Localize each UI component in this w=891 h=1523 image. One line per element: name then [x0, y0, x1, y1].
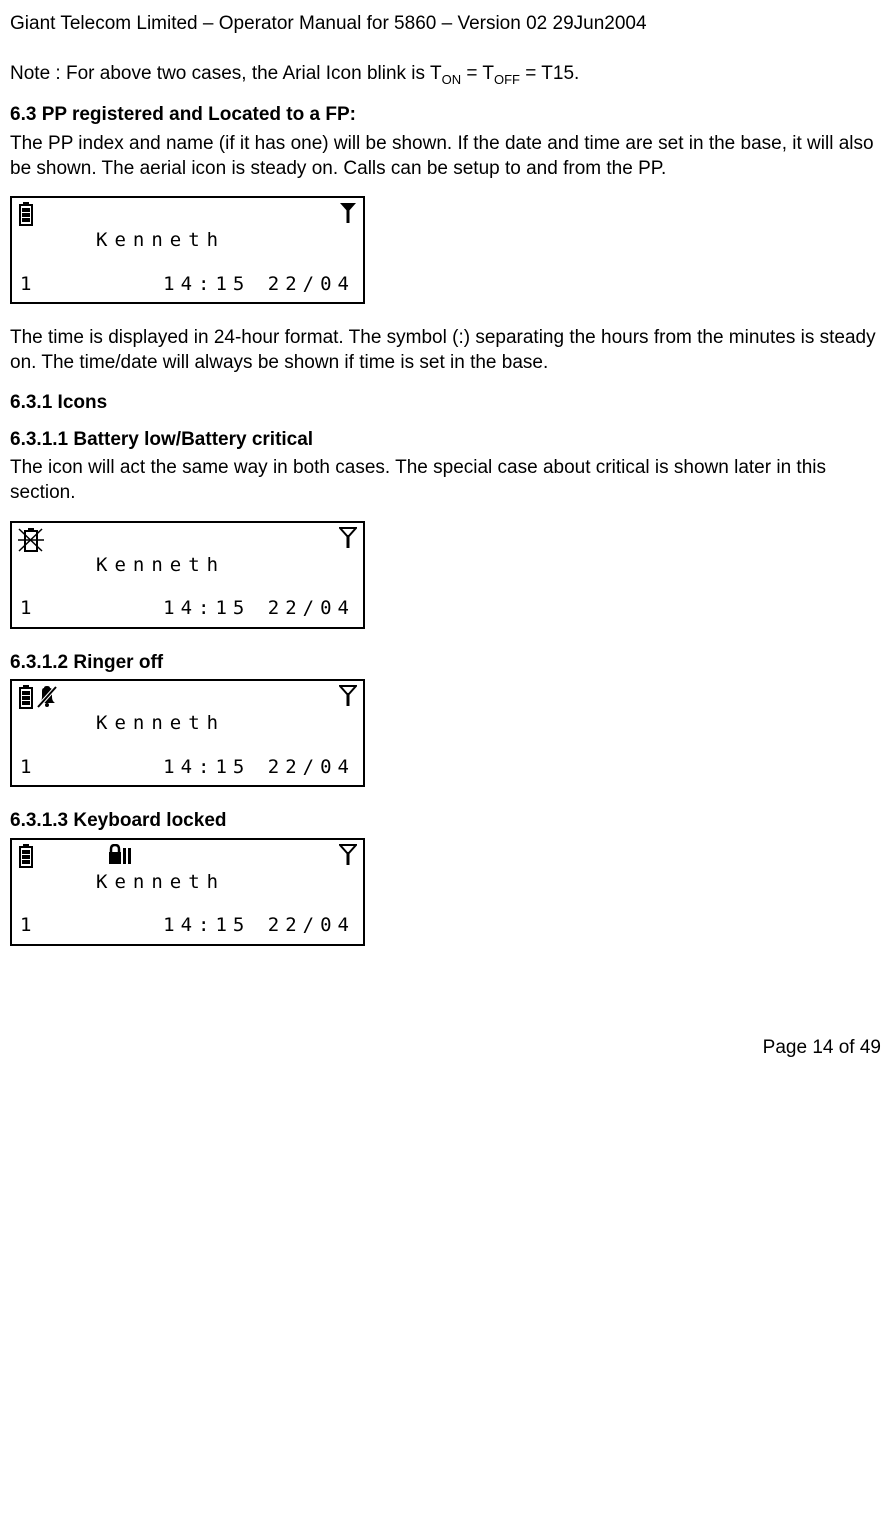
lcd-timedate: 14:15 22/04 — [163, 755, 355, 780]
lcd-timedate: 14:15 22/04 — [163, 913, 355, 938]
lcd-display-battery-low: Kenneth 1 14:15 22/04 — [10, 521, 365, 629]
lcd-display-keyboard-locked: Kenneth 1 14:15 22/04 — [10, 838, 365, 946]
lcd-name: Kenneth — [18, 711, 357, 736]
note-sub-off: OFF — [494, 71, 520, 86]
note-end: = T15. — [520, 63, 579, 84]
section-6-3-1-title: 6.3.1 Icons — [10, 391, 881, 416]
section-6-3-1-3-title: 6.3.1.3 Keyboard locked — [10, 809, 881, 834]
section-6-3-body: The PP index and name (if it has one) wi… — [10, 132, 881, 181]
lcd-index: 1 — [20, 913, 37, 938]
lcd-timedate: 14:15 22/04 — [163, 272, 355, 297]
battery-full-icon — [18, 685, 34, 709]
battery-low-icon — [18, 527, 44, 553]
section-6-3-after: The time is displayed in 24-hour format.… — [10, 326, 881, 375]
lcd-display-normal: Kenneth 1 14:15 22/04 — [10, 196, 365, 304]
lcd-name: Kenneth — [18, 228, 357, 253]
lcd-name: Kenneth — [18, 870, 357, 895]
section-6-3-1-1-body: The icon will act the same way in both c… — [10, 456, 881, 505]
doc-header: Giant Telecom Limited – Operator Manual … — [10, 12, 881, 37]
antenna-icon — [339, 527, 357, 549]
antenna-icon — [339, 844, 357, 866]
page-footer: Page 14 of 49 — [10, 1036, 881, 1061]
lock-icon — [108, 844, 132, 866]
lcd-name: Kenneth — [18, 553, 357, 578]
lcd-display-ringer-off: Kenneth 1 14:15 22/04 — [10, 679, 365, 787]
antenna-icon — [339, 202, 357, 224]
battery-full-icon — [18, 202, 34, 226]
lcd-index: 1 — [20, 755, 37, 780]
note-mid: = T — [461, 63, 494, 84]
antenna-icon — [339, 685, 357, 707]
lcd-index: 1 — [20, 596, 37, 621]
section-6-3-1-2-title: 6.3.1.2 Ringer off — [10, 651, 881, 676]
section-6-3-1-1-title: 6.3.1.1 Battery low/Battery critical — [10, 428, 881, 453]
ringer-off-icon — [36, 685, 58, 709]
note-sub-on: ON — [442, 71, 462, 86]
battery-full-icon — [18, 844, 34, 868]
lcd-timedate: 14:15 22/04 — [163, 596, 355, 621]
lcd-index: 1 — [20, 272, 37, 297]
note-line: Note : For above two cases, the Arial Ic… — [10, 62, 881, 89]
note-text: Note : For above two cases, the Arial Ic… — [10, 63, 442, 84]
section-6-3-title: 6.3 PP registered and Located to a FP: — [10, 103, 881, 128]
